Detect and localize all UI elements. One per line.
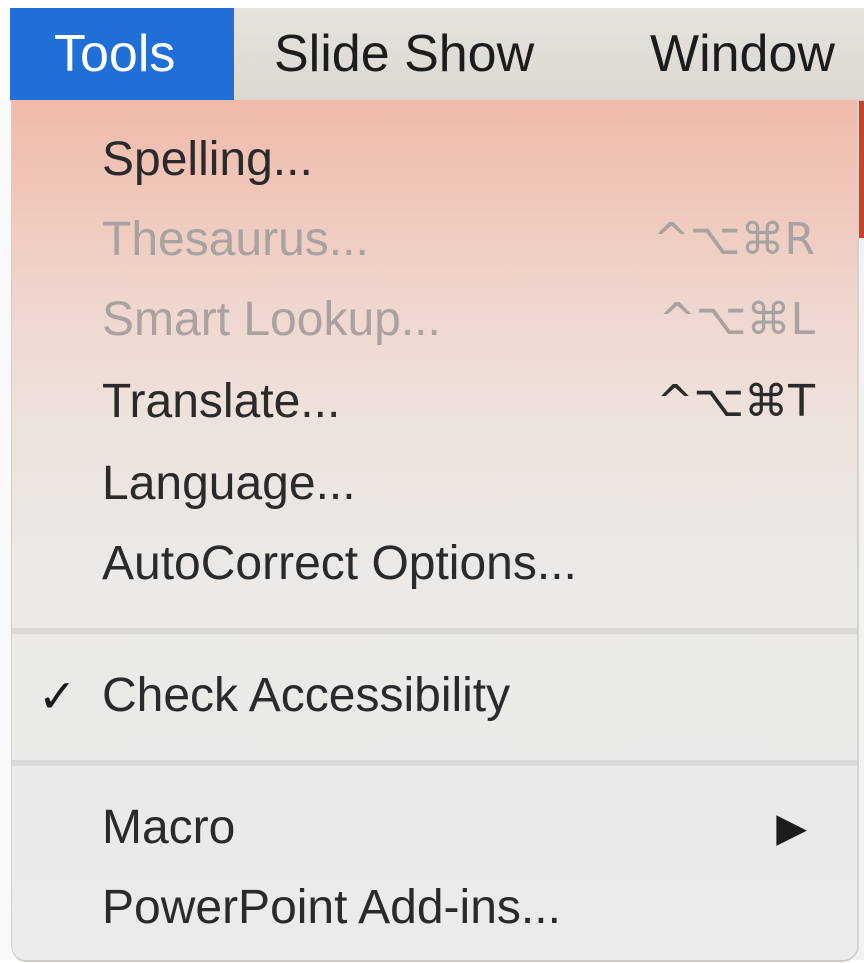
menu-separator: [12, 628, 857, 634]
menu-bar-slide-show[interactable]: Slide Show: [274, 8, 534, 100]
menu-item-check-accessibility[interactable]: ✓ Check Accessibility: [12, 656, 857, 736]
menu-item-label: Macro: [102, 801, 236, 854]
menu-item-macro[interactable]: Macro ▶: [12, 788, 857, 868]
tools-dropdown-menu: Spelling... Thesaurus... ^⌥⌘R Smart Look…: [12, 100, 857, 960]
menu-item-thesaurus: Thesaurus... ^⌥⌘R: [12, 200, 857, 280]
screenshot-stage: Tools Slide Show Window Spelling... Thes…: [0, 0, 864, 963]
keyboard-shortcut: ^⌥⌘L: [658, 294, 815, 345]
menu-item-spelling[interactable]: Spelling...: [12, 120, 857, 200]
menu-bar-window[interactable]: Window: [650, 8, 835, 100]
keyboard-shortcut: ^⌥⌘T: [656, 376, 815, 427]
menu-item-language[interactable]: Language...: [12, 444, 857, 524]
menu-item-label: AutoCorrect Options...: [102, 537, 577, 590]
background-app-left-edge: [0, 100, 12, 960]
submenu-arrow-icon: ▶: [776, 805, 807, 851]
keyboard-shortcut: ^⌥⌘R: [652, 214, 815, 265]
menu-item-label: Spelling...: [102, 133, 313, 186]
menu-item-smart-lookup: Smart Lookup... ^⌥⌘L: [12, 280, 857, 360]
menu-item-label: Check Accessibility: [102, 669, 511, 722]
menu-bar: Tools Slide Show Window: [10, 8, 864, 101]
menu-item-label: PowerPoint Add-ins...: [102, 881, 561, 934]
menu-item-powerpoint-add-ins[interactable]: PowerPoint Add-ins...: [12, 868, 857, 948]
checkmark-icon: ✓: [38, 669, 77, 723]
menu-item-label: Language...: [102, 457, 356, 510]
menu-item-autocorrect-options[interactable]: AutoCorrect Options...: [12, 524, 857, 604]
menu-item-translate[interactable]: Translate... ^⌥⌘T: [12, 362, 857, 442]
menu-item-label: Smart Lookup...: [102, 293, 441, 346]
menu-separator: [12, 760, 857, 766]
menu-item-label: Translate...: [102, 375, 341, 428]
menu-item-label: Thesaurus...: [102, 213, 369, 266]
menu-bar-tools[interactable]: Tools: [10, 8, 234, 100]
